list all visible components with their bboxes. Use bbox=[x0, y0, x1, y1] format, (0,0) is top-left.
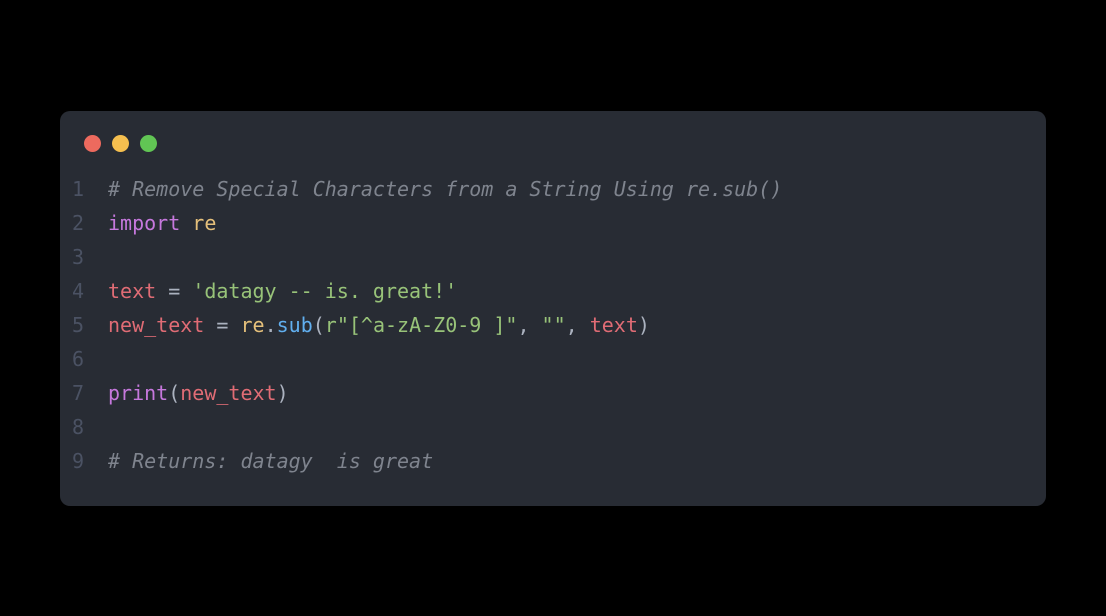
code-token: 'datagy -- is. great!' bbox=[192, 279, 457, 303]
code-token: text bbox=[590, 313, 638, 337]
code-token: , bbox=[566, 313, 590, 337]
code-token bbox=[180, 211, 192, 235]
window-controls bbox=[60, 135, 1046, 152]
code-line: 2import re bbox=[60, 206, 1046, 240]
code-token: ) bbox=[638, 313, 650, 337]
code-content: # Returns: datagy is great bbox=[108, 444, 433, 478]
code-content: text = 'datagy -- is. great!' bbox=[108, 274, 457, 308]
close-icon[interactable] bbox=[84, 135, 101, 152]
code-token: # Remove Special Characters from a Strin… bbox=[108, 177, 782, 201]
line-number: 4 bbox=[60, 274, 108, 308]
code-content: # Remove Special Characters from a Strin… bbox=[108, 172, 782, 206]
code-token: ( bbox=[313, 313, 325, 337]
code-line: 1# Remove Special Characters from a Stri… bbox=[60, 172, 1046, 206]
code-token: = bbox=[168, 279, 180, 303]
line-number: 6 bbox=[60, 342, 108, 376]
line-number: 2 bbox=[60, 206, 108, 240]
code-line: 3 bbox=[60, 240, 1046, 274]
code-token bbox=[180, 279, 192, 303]
code-line: 9# Returns: datagy is great bbox=[60, 444, 1046, 478]
code-token bbox=[228, 313, 240, 337]
code-token: "" bbox=[542, 313, 566, 337]
code-token: ( bbox=[168, 381, 180, 405]
code-token: sub bbox=[277, 313, 313, 337]
code-token: text bbox=[108, 279, 156, 303]
code-line: 6 bbox=[60, 342, 1046, 376]
code-content: print(new_text) bbox=[108, 376, 289, 410]
line-number: 1 bbox=[60, 172, 108, 206]
code-token: import bbox=[108, 211, 180, 235]
code-content: new_text = re.sub(r"[^a-zA-Z0-9 ]", "", … bbox=[108, 308, 650, 342]
code-token: re bbox=[192, 211, 216, 235]
code-token bbox=[204, 313, 216, 337]
line-number: 5 bbox=[60, 308, 108, 342]
code-editor: 1# Remove Special Characters from a Stri… bbox=[60, 172, 1046, 478]
code-token: . bbox=[265, 313, 277, 337]
code-line: 8 bbox=[60, 410, 1046, 444]
line-number: 3 bbox=[60, 240, 108, 274]
code-line: 5new_text = re.sub(r"[^a-zA-Z0-9 ]", "",… bbox=[60, 308, 1046, 342]
maximize-icon[interactable] bbox=[140, 135, 157, 152]
code-token bbox=[156, 279, 168, 303]
code-token: new_text bbox=[108, 313, 204, 337]
minimize-icon[interactable] bbox=[112, 135, 129, 152]
code-window: 1# Remove Special Characters from a Stri… bbox=[60, 111, 1046, 506]
code-token: # Returns: datagy is great bbox=[108, 449, 433, 473]
line-number: 8 bbox=[60, 410, 108, 444]
code-line: 7print(new_text) bbox=[60, 376, 1046, 410]
code-token: new_text bbox=[180, 381, 276, 405]
code-line: 4text = 'datagy -- is. great!' bbox=[60, 274, 1046, 308]
code-content: import re bbox=[108, 206, 216, 240]
line-number: 9 bbox=[60, 444, 108, 478]
line-number: 7 bbox=[60, 376, 108, 410]
code-token: , bbox=[517, 313, 541, 337]
code-token: = bbox=[216, 313, 228, 337]
code-token: ) bbox=[277, 381, 289, 405]
code-token: r"[^a-zA-Z0-9 ]" bbox=[325, 313, 518, 337]
code-token: print bbox=[108, 381, 168, 405]
code-token: re bbox=[240, 313, 264, 337]
